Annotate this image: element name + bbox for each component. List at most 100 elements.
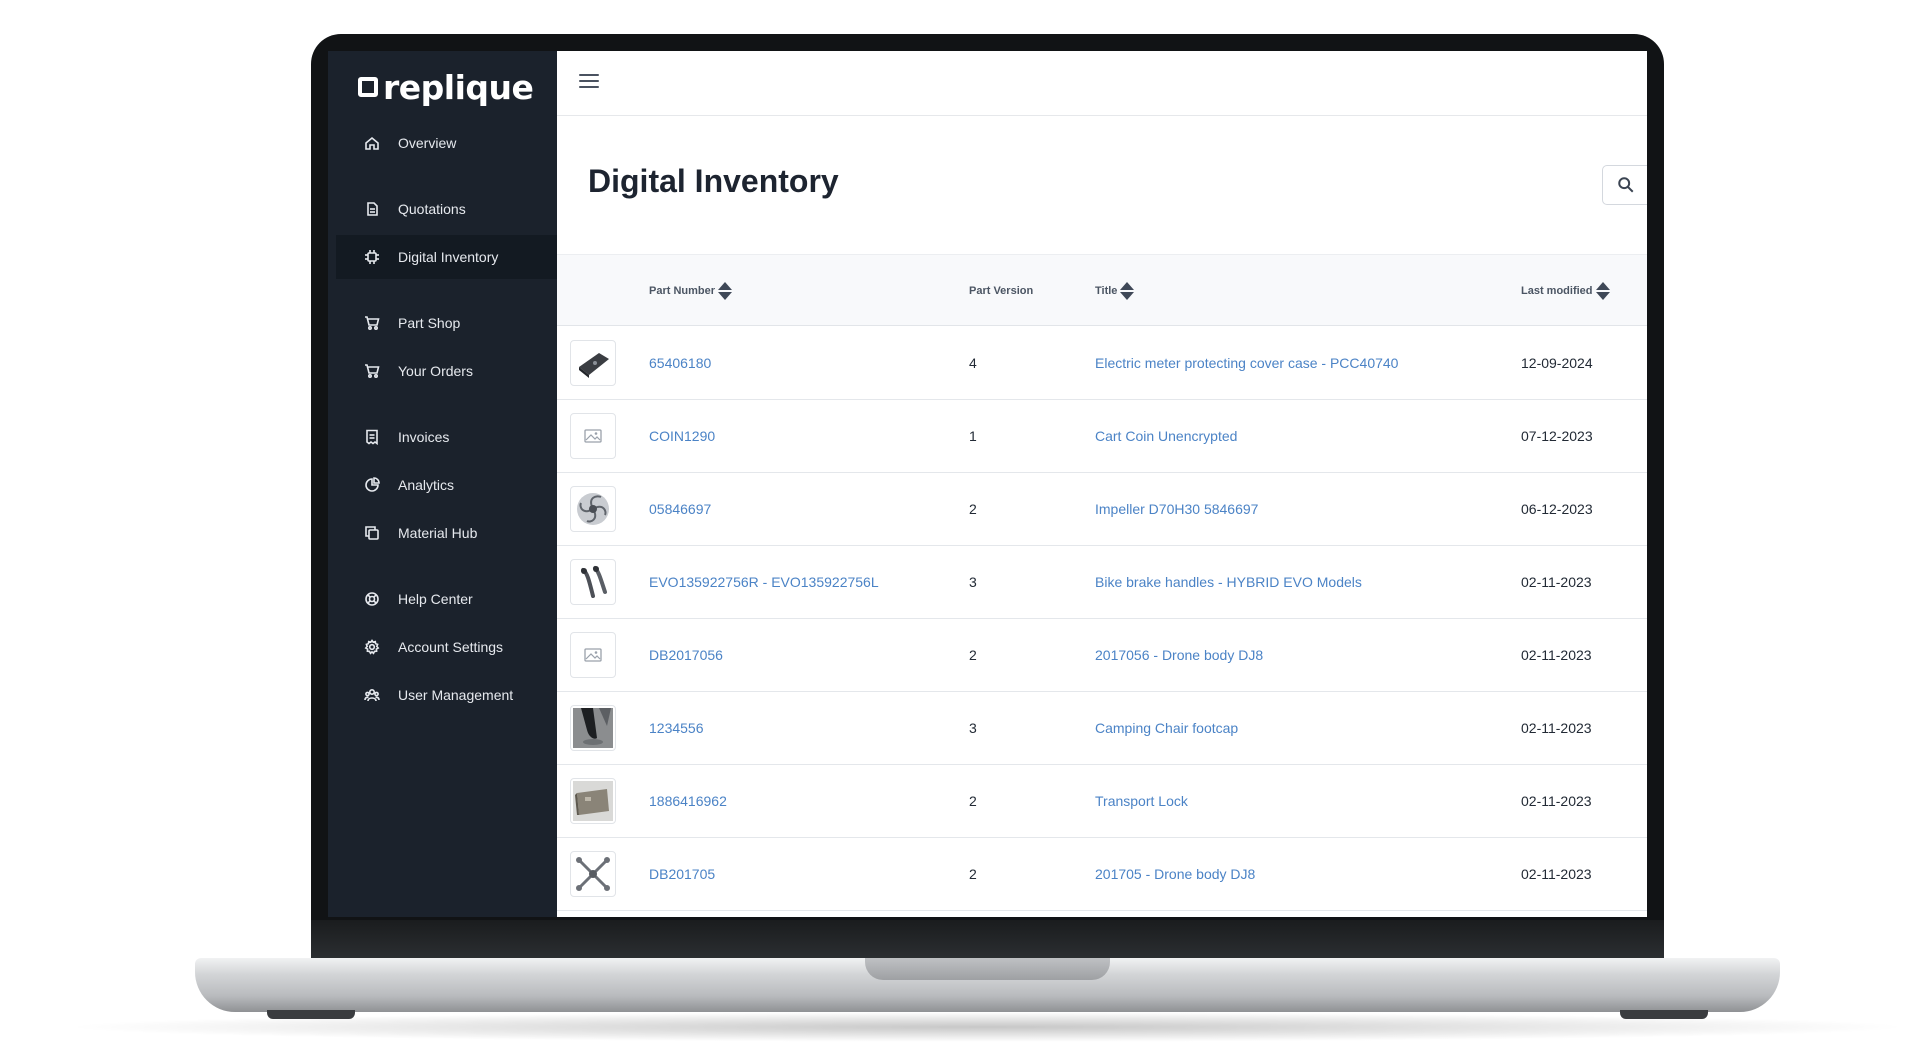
placeholder-image[interactable] — [570, 632, 616, 678]
laptop-hinge — [311, 920, 1664, 960]
part-version: 2 — [969, 866, 977, 882]
transport-lock-image[interactable] — [570, 778, 616, 824]
table-row[interactable]: 65406180 4 Electric meter protecting cover… — [557, 327, 1647, 400]
top-bar — [557, 51, 1647, 116]
hamburger-menu-icon[interactable] — [579, 74, 599, 90]
cover-case-image[interactable] — [570, 340, 616, 386]
part-title-link[interactable]: 2017056 - Drone body DJ8 — [1095, 619, 1263, 691]
placeholder-image[interactable] — [570, 413, 616, 459]
part-number-link[interactable]: 1886416962 — [649, 765, 727, 837]
table-row[interactable]: DB2017056 2 2017056 - Drone body DJ8 02-11-… — [557, 619, 1647, 692]
header-label: Last modified — [1521, 285, 1593, 297]
part-number-link[interactable]: EVO135922756R - EVO135922756L — [649, 546, 879, 618]
sort-icon[interactable] — [1595, 282, 1610, 300]
sidebar-item-overview[interactable]: Overview — [336, 121, 557, 165]
sidebar-item-label: Invoices — [398, 429, 450, 445]
chip-icon — [363, 248, 381, 266]
part-title-link[interactable]: Camping Chair footcap — [1095, 692, 1238, 764]
table-row[interactable]: COIN1290 1 Cart Coin Unencrypted 07-12-2023 — [557, 400, 1647, 473]
sidebar-item-label: Analytics — [398, 477, 455, 493]
sidebar-item-analytics[interactable]: Analytics — [336, 463, 557, 507]
part-number-link[interactable]: DB2017056 — [649, 619, 723, 691]
header-label: Part Version — [969, 285, 1034, 297]
part-version: 1 — [969, 428, 977, 444]
sidebar-item-label: Material Hub — [398, 525, 478, 541]
sidebar-item-user-management[interactable]: User Management — [336, 673, 557, 717]
drone-frame-image[interactable] — [570, 851, 616, 897]
cart-icon — [363, 362, 381, 380]
part-version: 2 — [969, 793, 977, 809]
column-header-last-modified[interactable]: Last modified — [1521, 255, 1610, 327]
part-number-link[interactable]: 1234556 — [649, 692, 704, 764]
laptop-foot — [267, 1010, 355, 1019]
document-icon — [363, 200, 381, 218]
part-title-link[interactable]: Cart Coin Unencrypted — [1095, 400, 1237, 472]
gear-icon — [363, 638, 381, 656]
brand-logo[interactable]: replique — [358, 67, 534, 107]
home-icon — [363, 134, 381, 152]
laptop-notch — [865, 958, 1110, 980]
column-header-part-number[interactable]: Part Number — [649, 255, 733, 327]
last-modified-date: 12-09-2024 — [1521, 355, 1593, 371]
table-row[interactable]: EVO135922756R - EVO135922756L 3 Bike brake… — [557, 546, 1647, 619]
part-version: 3 — [969, 720, 977, 736]
sidebar-item-account-settings[interactable]: Account Settings — [336, 625, 557, 669]
header-label: Part Number — [649, 285, 716, 297]
sidebar-item-part-shop[interactable]: Part Shop — [336, 301, 557, 345]
table-row[interactable]: DB201705 2 201705 - Drone body DJ8 02-11-20… — [557, 838, 1647, 911]
part-number-link[interactable]: 65406180 — [649, 327, 711, 399]
sidebar-item-invoices[interactable]: Invoices — [336, 415, 557, 459]
table-row[interactable]: 1886416962 2 Transport Lock 02-11-2023 — [557, 765, 1647, 838]
table-row[interactable]: 1234556 3 Camping Chair footcap 02-11-2023 — [557, 692, 1647, 765]
sidebar-item-material-hub[interactable]: Material Hub — [336, 511, 557, 555]
impeller-image[interactable] — [570, 486, 616, 532]
sidebar-item-label: Account Settings — [398, 639, 504, 655]
app-screen: replique Overview Quotations Digital Inven… — [328, 51, 1647, 917]
part-title-link[interactable]: Bike brake handles - HYBRID EVO Models — [1095, 546, 1362, 618]
search-icon — [1618, 177, 1634, 193]
sidebar-item-digital-inventory[interactable]: Digital Inventory — [336, 235, 557, 279]
page-title: Digital Inventory — [588, 163, 839, 199]
column-header-title[interactable]: Title — [1095, 255, 1135, 327]
last-modified-date: 02-11-2023 — [1521, 647, 1592, 663]
part-number-link[interactable]: COIN1290 — [649, 400, 715, 472]
part-title-link[interactable]: Impeller D70H30 5846697 — [1095, 473, 1258, 545]
logo-mark-icon — [358, 77, 378, 97]
part-version: 4 — [969, 355, 977, 371]
sidebar-item-label: Quotations — [398, 201, 466, 217]
pie-chart-icon — [363, 476, 381, 494]
users-icon — [363, 686, 381, 704]
sidebar-item-label: Overview — [398, 135, 457, 151]
sidebar-item-help-center[interactable]: Help Center — [336, 577, 557, 621]
lifebuoy-icon — [363, 590, 381, 608]
part-title-link[interactable]: Electric meter protecting cover case - P… — [1095, 327, 1398, 399]
part-title-link[interactable]: 201705 - Drone body DJ8 — [1095, 838, 1255, 910]
last-modified-date: 02-11-2023 — [1521, 866, 1592, 882]
footcap-image[interactable] — [570, 705, 616, 751]
brake-handles-image[interactable] — [570, 559, 616, 605]
sort-icon[interactable] — [718, 282, 733, 300]
column-header-part-version: Part Version — [969, 255, 1033, 327]
sidebar: replique Overview Quotations Digital Inven… — [328, 51, 557, 917]
cart-icon — [363, 314, 381, 332]
last-modified-date: 07-12-2023 — [1521, 428, 1593, 444]
sidebar-item-label: Your Orders — [398, 363, 473, 379]
main-content: Digital Inventory Part Number Part Versi… — [557, 51, 1647, 917]
part-version: 3 — [969, 574, 977, 590]
part-number-link[interactable]: 05846697 — [649, 473, 711, 545]
part-version: 2 — [969, 501, 977, 517]
part-number-link[interactable]: DB201705 — [649, 838, 715, 910]
search-button[interactable] — [1602, 165, 1647, 205]
receipt-icon — [363, 428, 381, 446]
sort-icon[interactable] — [1120, 282, 1135, 300]
table-row[interactable]: 05846697 2 Impeller D70H30 5846697 06-12-20… — [557, 473, 1647, 546]
sidebar-item-quotations[interactable]: Quotations — [336, 187, 557, 231]
part-title-link[interactable]: Transport Lock — [1095, 765, 1188, 837]
last-modified-date: 02-11-2023 — [1521, 793, 1592, 809]
sidebar-item-label: Digital Inventory — [398, 249, 499, 265]
logo-text: replique — [383, 67, 534, 107]
sidebar-item-your-orders[interactable]: Your Orders — [336, 349, 557, 393]
sidebar-item-label: User Management — [398, 687, 514, 703]
part-version: 2 — [969, 647, 977, 663]
sidebar-item-label: Part Shop — [398, 315, 461, 331]
